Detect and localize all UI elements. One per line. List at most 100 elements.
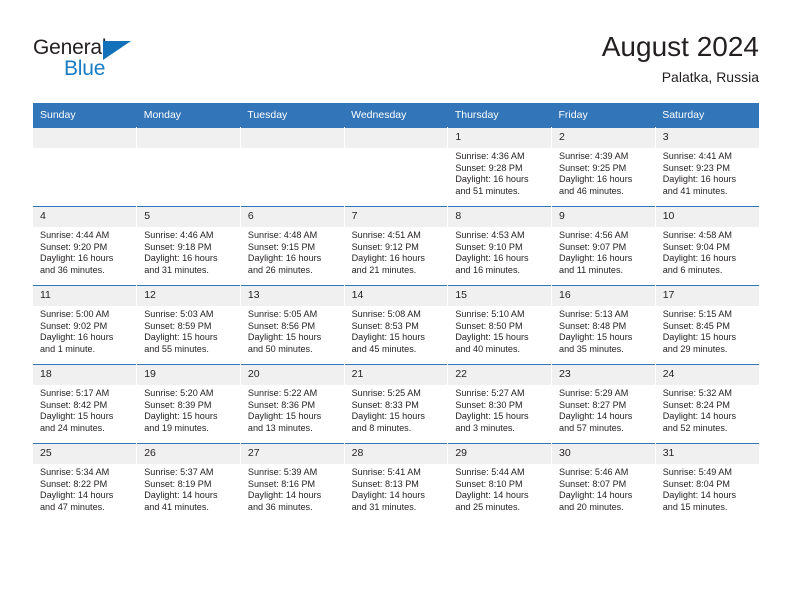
weekday-header-monday: Monday [136, 103, 241, 128]
day-sun-info: Sunrise: 5:08 AM Sunset: 8:53 PM Daylight:… [345, 306, 448, 355]
daylight-duration-line2: and 36 minutes. [40, 264, 105, 275]
day-sun-info: Sunrise: 4:56 AM Sunset: 9:07 PM Daylight:… [552, 227, 655, 276]
calendar-day-cell[interactable]: 6 Sunrise: 4:48 AM Sunset: 9:15 PM Daylight… [240, 206, 345, 286]
calendar-day-cell[interactable]: 31 Sunrise: 5:49 AM Sunset: 8:04 PM Dayligh… [655, 443, 759, 522]
daylight-duration-line2: and 35 minutes. [559, 343, 624, 354]
calendar-day-cell[interactable]: 7 Sunrise: 4:51 AM Sunset: 9:12 PM Daylight… [344, 206, 449, 286]
sunrise-time: Sunrise: 4:48 AM [247, 230, 318, 240]
daylight-duration-line2: and 57 minutes. [559, 422, 624, 433]
sunrise-time: Sunrise: 4:41 AM [662, 151, 732, 161]
calendar-day-cell[interactable]: 30 Sunrise: 5:46 AM Sunset: 8:07 PM Dayligh… [551, 443, 656, 522]
daylight-duration-line2: and 50 minutes. [247, 343, 313, 354]
day-sun-info: Sunrise: 5:34 AM Sunset: 8:22 PM Daylight:… [33, 464, 136, 513]
day-sun-info: Sunrise: 5:05 AM Sunset: 8:56 PM Daylight:… [241, 306, 344, 355]
calendar-day-cell[interactable]: 19 Sunrise: 5:20 AM Sunset: 8:39 PM Dayligh… [136, 364, 241, 444]
page-title: August 2024 [601, 31, 759, 62]
sunset-time: Sunset: 8:10 PM [455, 478, 523, 489]
calendar-day-cell[interactable]: 28 Sunrise: 5:41 AM Sunset: 8:13 PM Dayligh… [344, 443, 449, 522]
day-number: 22 [448, 365, 552, 385]
day-number: 18 [33, 365, 137, 385]
sunrise-time: Sunrise: 5:46 AM [559, 467, 629, 477]
calendar-day-cell[interactable]: 12 Sunrise: 5:03 AM Sunset: 8:59 PM Dayligh… [136, 285, 241, 365]
day-number: 6 [240, 207, 344, 227]
daylight-duration-line1: Daylight: 15 hours [247, 332, 322, 343]
day-sun-info: Sunrise: 4:39 AM Sunset: 9:25 PM Daylight:… [552, 148, 655, 197]
calendar-day-cell[interactable]: 27 Sunrise: 5:39 AM Sunset: 8:16 PM Dayligh… [240, 443, 345, 522]
day-number: 16 [552, 286, 655, 306]
sunrise-time: Sunrise: 5:27 AM [455, 388, 525, 398]
sunrise-time: Sunrise: 5:05 AM [247, 309, 318, 319]
calendar-week-row: 18 Sunrise: 5:17 AM Sunset: 8:42 PM Dayligh… [33, 364, 759, 444]
calendar-day-cell[interactable]: 9 Sunrise: 4:56 AM Sunset: 9:07 PM Daylight… [551, 206, 656, 286]
calendar-day-cell[interactable]: 8 Sunrise: 4:53 AM Sunset: 9:10 PM Daylight… [447, 206, 553, 286]
calendar-day-cell[interactable]: 20 Sunrise: 5:22 AM Sunset: 8:36 PM Dayligh… [240, 364, 345, 444]
calendar-cell-empty [136, 127, 241, 207]
calendar-day-cell[interactable]: 1 Sunrise: 4:36 AM Sunset: 9:28 PM Daylight… [447, 127, 553, 207]
calendar-week-row: 11 Sunrise: 5:00 AM Sunset: 9:02 PM Dayligh… [33, 285, 759, 365]
calendar-day-cell[interactable]: 2 Sunrise: 4:39 AM Sunset: 9:25 PM Daylight… [551, 127, 656, 207]
calendar-cell-empty [344, 127, 449, 207]
day-number: 21 [344, 365, 448, 385]
calendar-day-cell[interactable]: 14 Sunrise: 5:08 AM Sunset: 8:53 PM Dayligh… [344, 285, 449, 365]
calendar-day-cell[interactable]: 16 Sunrise: 5:13 AM Sunset: 8:48 PM Dayligh… [551, 285, 656, 365]
day-sun-info: Sunrise: 5:10 AM Sunset: 8:50 PM Daylight:… [448, 306, 551, 355]
weekday-header-wednesday: Wednesday [344, 103, 448, 128]
sunset-time: Sunset: 8:42 PM [40, 399, 108, 410]
day-sun-info: Sunrise: 5:32 AM Sunset: 8:24 PM Daylight:… [656, 385, 759, 434]
sunrise-time: Sunrise: 5:37 AM [144, 467, 214, 477]
daylight-duration-line1: Daylight: 15 hours [351, 411, 425, 422]
calendar-day-cell[interactable]: 4 Sunrise: 4:44 AM Sunset: 9:20 PM Daylight… [33, 206, 138, 286]
day-sun-info: Sunrise: 5:27 AM Sunset: 8:30 PM Daylight:… [448, 385, 551, 434]
calendar-day-cell[interactable]: 21 Sunrise: 5:25 AM Sunset: 8:33 PM Dayligh… [344, 364, 449, 444]
day-number [137, 128, 240, 148]
sunset-time: Sunset: 8:16 PM [247, 478, 316, 489]
daylight-duration-line1: Daylight: 16 hours [662, 174, 737, 185]
daylight-duration-line1: Daylight: 14 hours [40, 490, 114, 501]
day-number: 30 [552, 444, 655, 464]
calendar-day-cell[interactable]: 18 Sunrise: 5:17 AM Sunset: 8:42 PM Dayligh… [33, 364, 138, 444]
calendar-day-cell[interactable]: 25 Sunrise: 5:34 AM Sunset: 8:22 PM Dayligh… [33, 443, 138, 522]
title-block: August 2024 Palatka, Russia [602, 30, 759, 87]
day-number: 9 [552, 207, 655, 227]
day-number: 10 [655, 207, 759, 227]
sunrise-time: Sunrise: 5:03 AM [144, 309, 214, 319]
sunset-time: Sunset: 8:33 PM [351, 399, 419, 410]
day-number: 24 [655, 365, 759, 385]
daylight-duration-line1: Daylight: 15 hours [662, 332, 737, 343]
sunrise-time: Sunrise: 4:53 AM [455, 230, 525, 240]
daylight-duration-line2: and 25 minutes. [455, 501, 521, 512]
daylight-duration-line2: and 31 minutes. [144, 264, 209, 275]
calendar-day-cell[interactable]: 5 Sunrise: 4:46 AM Sunset: 9:18 PM Daylight… [136, 206, 241, 286]
logo-triangle-icon [103, 41, 131, 60]
calendar-day-cell[interactable]: 15 Sunrise: 5:10 AM Sunset: 8:50 PM Dayligh… [447, 285, 553, 365]
calendar-day-cell[interactable]: 11 Sunrise: 5:00 AM Sunset: 9:02 PM Dayligh… [33, 285, 138, 365]
day-sun-info: Sunrise: 5:03 AM Sunset: 8:59 PM Daylight:… [137, 306, 240, 355]
daylight-duration-line2: and 36 minutes. [247, 501, 313, 512]
day-number: 11 [33, 286, 137, 306]
sunset-time: Sunset: 8:53 PM [351, 320, 419, 331]
daylight-duration-line1: Daylight: 15 hours [247, 411, 322, 422]
calendar-day-cell[interactable]: 13 Sunrise: 5:05 AM Sunset: 8:56 PM Dayligh… [240, 285, 345, 365]
calendar-day-cell[interactable]: 24 Sunrise: 5:32 AM Sunset: 8:24 PM Dayligh… [655, 364, 759, 444]
sunset-time: Sunset: 8:56 PM [247, 320, 316, 331]
daylight-duration-line2: and 47 minutes. [40, 501, 105, 512]
calendar-day-cell[interactable]: 10 Sunrise: 4:58 AM Sunset: 9:04 PM Dayligh… [655, 206, 759, 286]
calendar-day-cell[interactable]: 17 Sunrise: 5:15 AM Sunset: 8:45 PM Dayligh… [655, 285, 759, 365]
calendar-day-cell[interactable]: 22 Sunrise: 5:27 AM Sunset: 8:30 PM Dayligh… [447, 364, 553, 444]
weekday-row: Sunday Monday Tuesday Wednesday Thursday… [33, 103, 759, 128]
day-number: 5 [137, 207, 240, 227]
calendar-day-cell[interactable]: 26 Sunrise: 5:37 AM Sunset: 8:19 PM Dayligh… [136, 443, 241, 522]
sunrise-time: Sunrise: 5:22 AM [247, 388, 318, 398]
calendar-day-cell[interactable]: 23 Sunrise: 5:29 AM Sunset: 8:27 PM Dayligh… [551, 364, 656, 444]
day-number: 12 [137, 286, 240, 306]
calendar-week-row: 4 Sunrise: 4:44 AM Sunset: 9:20 PM Daylight… [33, 206, 759, 286]
calendar-week-row: 25 Sunrise: 5:34 AM Sunset: 8:22 PM Dayligh… [33, 443, 759, 522]
day-number [240, 128, 344, 148]
calendar-day-cell[interactable]: 29 Sunrise: 5:44 AM Sunset: 8:10 PM Dayligh… [447, 443, 553, 522]
day-sun-info: Sunrise: 5:00 AM Sunset: 9:02 PM Daylight:… [33, 306, 136, 355]
calendar-day-cell[interactable]: 3 Sunrise: 4:41 AM Sunset: 9:23 PM Daylight… [655, 127, 759, 207]
day-sun-info: Sunrise: 4:58 AM Sunset: 9:04 PM Daylight:… [656, 227, 759, 276]
daylight-duration-line1: Daylight: 14 hours [662, 411, 737, 422]
general-blue-logo[interactable]: General Blue [33, 36, 233, 86]
daylight-duration-line1: Daylight: 16 hours [351, 253, 425, 264]
